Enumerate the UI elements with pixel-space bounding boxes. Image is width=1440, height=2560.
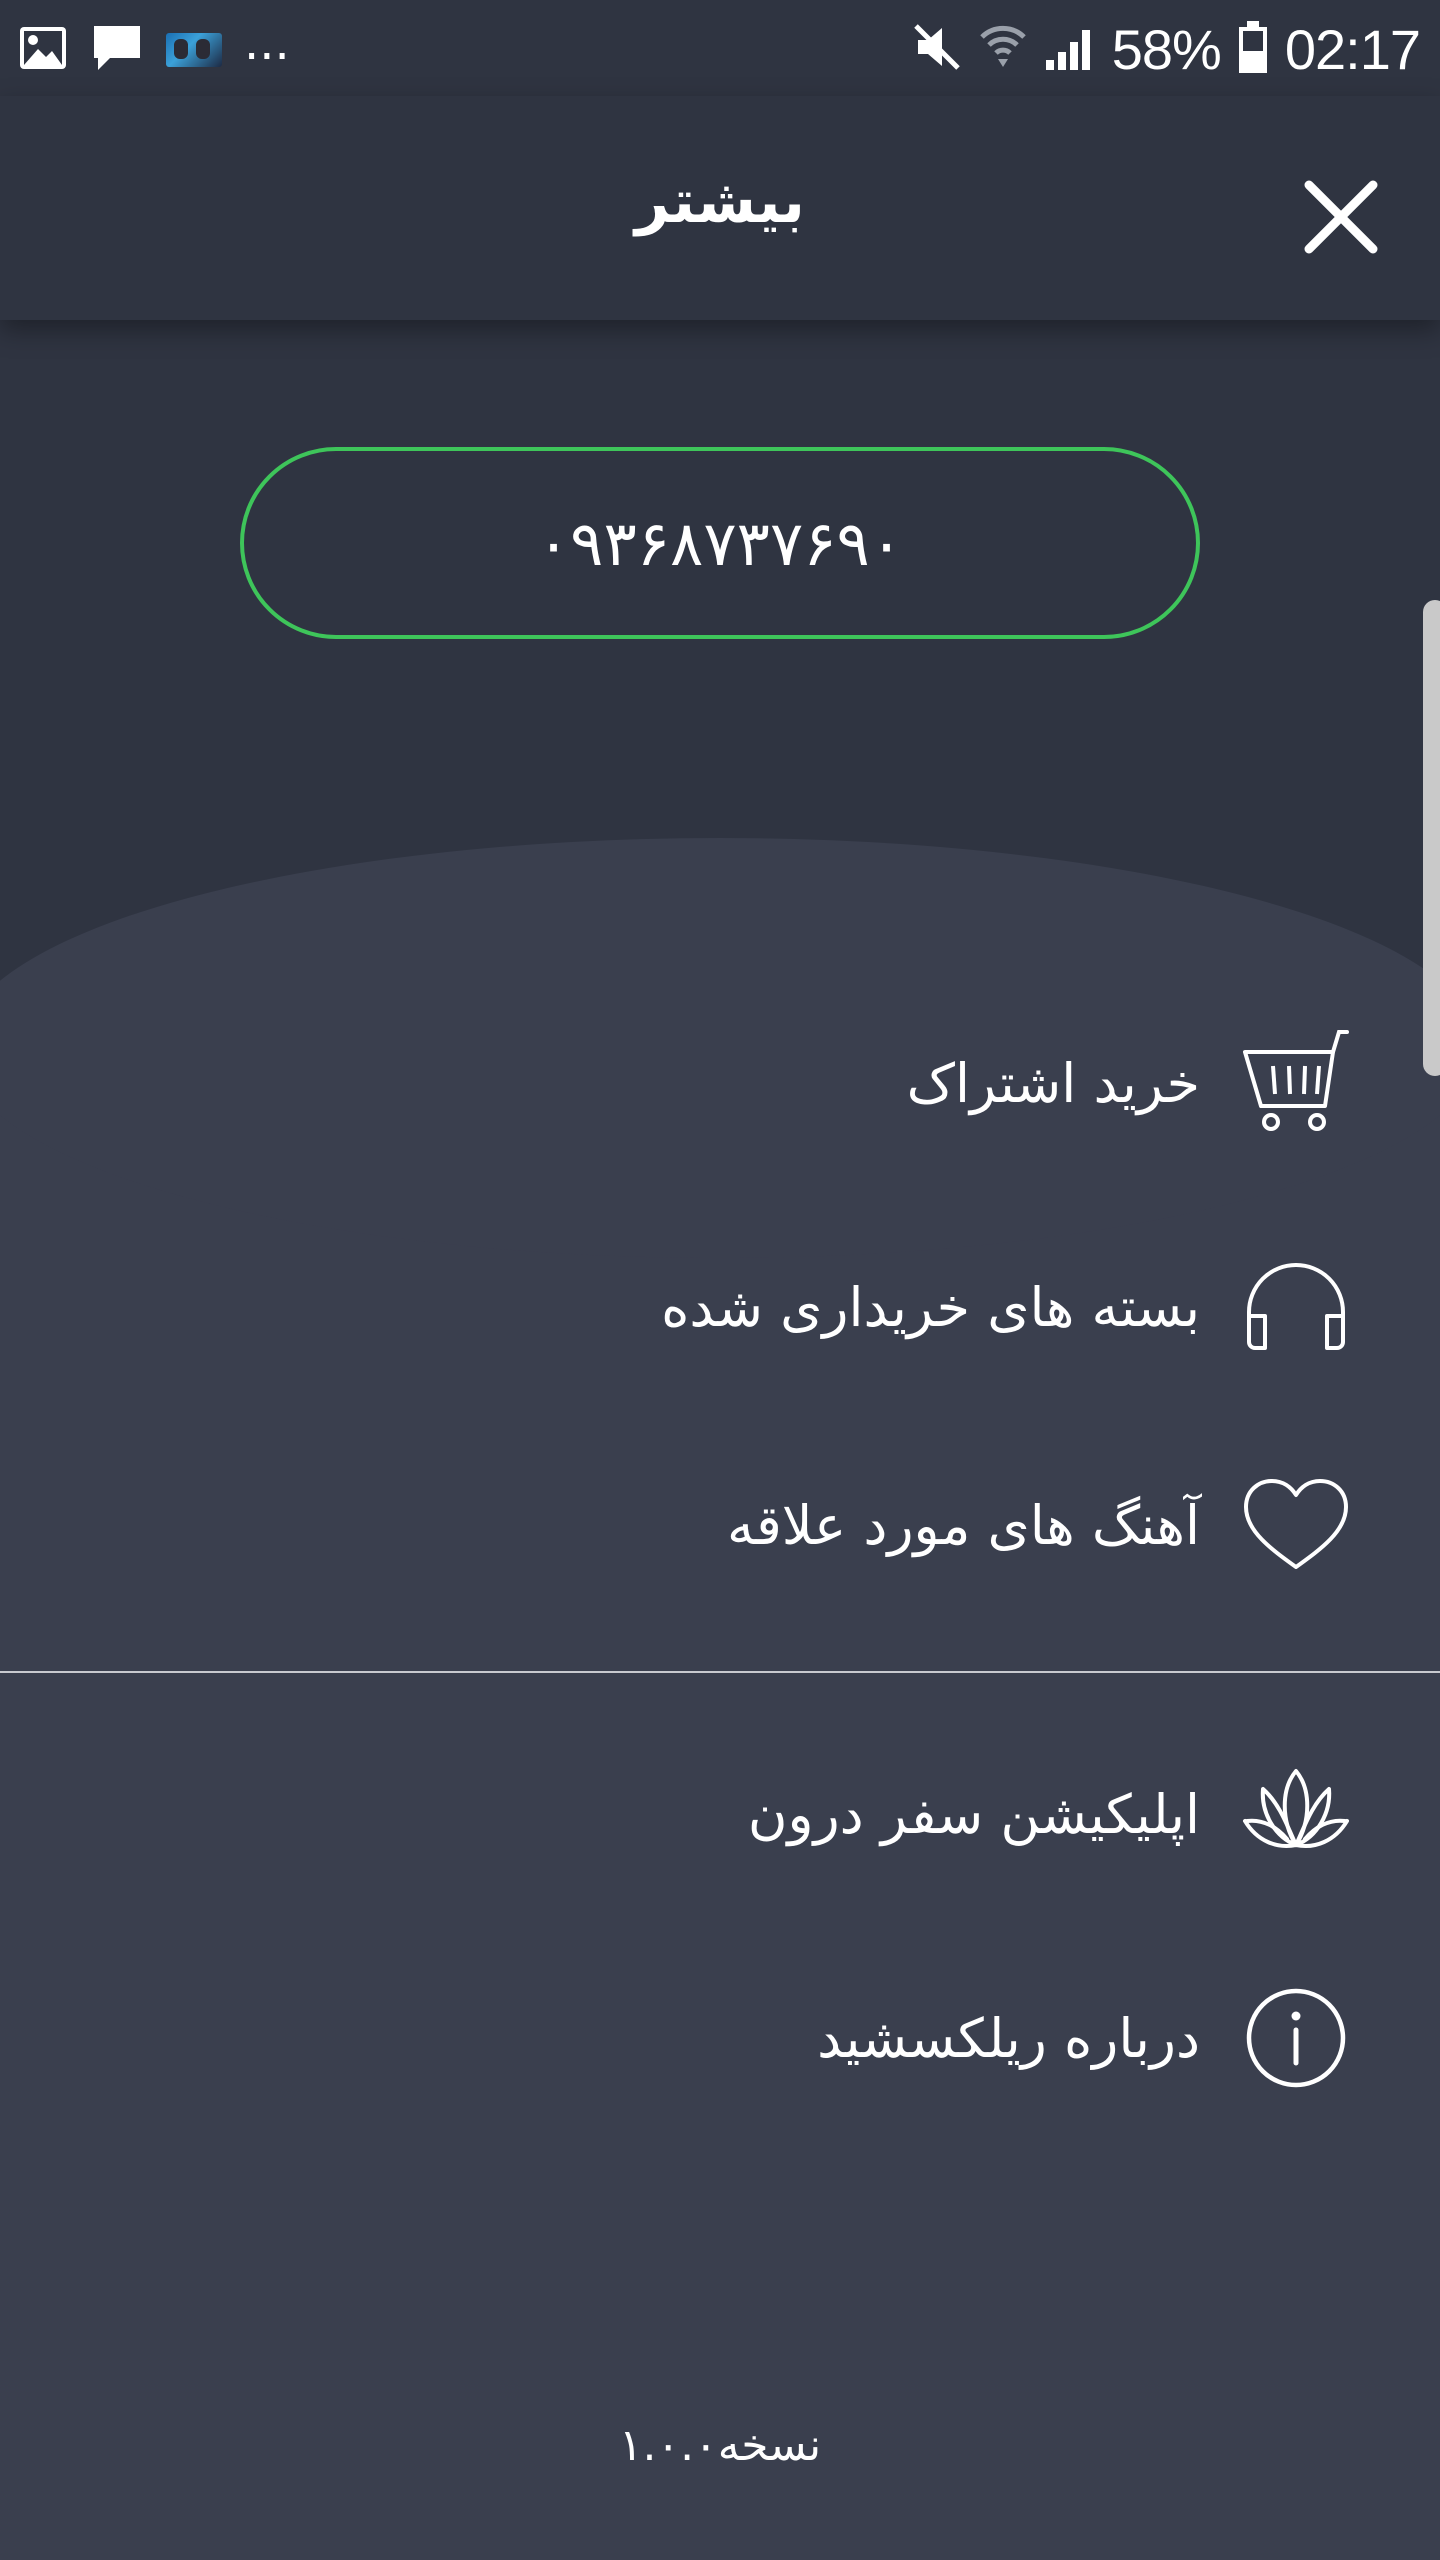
headphones-icon <box>1236 1247 1356 1367</box>
menu-item-label: بسته های خریداری شده <box>661 1275 1200 1339</box>
info-icon <box>1236 1978 1356 2098</box>
notification-icons: ... <box>18 15 290 80</box>
battery-percentage: 58% <box>1111 17 1222 81</box>
battery-icon <box>1237 19 1269 79</box>
app-header: بیشتر <box>0 96 1440 320</box>
photo-thumbnail-icon <box>166 33 222 67</box>
menu-item-about[interactable]: درباره ریلکسشید <box>0 1963 1440 2113</box>
phone-number: ۰۹۳۶۸۷۳۷۶۹۰ <box>536 506 904 580</box>
page-title: بیشتر <box>635 167 805 237</box>
menu-item-label: درباره ریلکسشید <box>817 2006 1200 2070</box>
cart-icon <box>1236 1023 1356 1143</box>
menu-item-label: آهنگ های مورد علاقه <box>727 1493 1200 1557</box>
phone-number-badge[interactable]: ۰۹۳۶۸۷۳۷۶۹۰ <box>240 447 1200 639</box>
menu-item-label: خرید اشتراک <box>906 1051 1200 1115</box>
signal-icon <box>1044 22 1096 76</box>
menu-item-safar-daroon-app[interactable]: اپلیکیشن سفر درون <box>0 1739 1440 1889</box>
close-button[interactable] <box>1286 162 1396 272</box>
lotus-icon <box>1236 1754 1356 1874</box>
system-status: 58% 02:17 <box>912 14 1421 84</box>
menu-item-favorite-songs[interactable]: آهنگ های مورد علاقه <box>0 1450 1440 1600</box>
more-notifications-indicator: ... <box>244 15 290 71</box>
menu-item-label: اپلیکیشن سفر درون <box>747 1782 1200 1846</box>
menu-item-purchased-packages[interactable]: بسته های خریداری شده <box>0 1232 1440 1382</box>
wifi-icon <box>978 19 1028 79</box>
image-notification-icon <box>18 25 68 75</box>
close-icon <box>1304 180 1378 254</box>
menu-divider <box>0 1671 1440 1673</box>
scrollbar[interactable] <box>1423 600 1440 1076</box>
clock: 02:17 <box>1284 17 1421 81</box>
status-bar: ... 58% 02:17 <box>0 0 1440 96</box>
app-version: نسخه۱.۰.۰ <box>618 2420 822 2471</box>
message-notification-icon <box>90 22 144 78</box>
menu-item-buy-subscription[interactable]: خرید اشتراک <box>0 1008 1440 1158</box>
mute-icon <box>912 22 962 76</box>
heart-icon <box>1236 1465 1356 1585</box>
